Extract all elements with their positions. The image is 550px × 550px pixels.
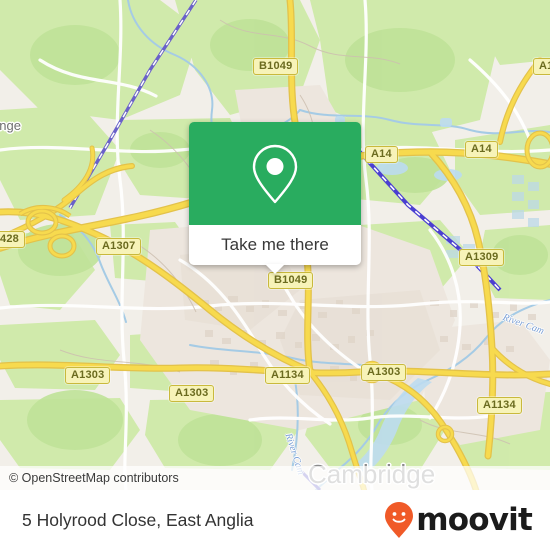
callout-tail [265, 264, 285, 274]
footer-bar: 5 Holyrood Close, East Anglia moovit [0, 490, 550, 550]
moovit-logo: moovit [384, 501, 533, 539]
road-shield-a1134-right: A1134 [477, 397, 522, 414]
road-shield-a10: A10 [533, 58, 550, 75]
road-shield-b1049-top: B1049 [253, 58, 299, 75]
place-label-grange: ange [0, 118, 21, 133]
screenshot-root: B1049 A10 A14 A14 428 A1307 A1309 B1049 … [0, 0, 550, 550]
road-shield-a1303-right: A1303 [361, 364, 407, 381]
road-shield-a1307: A1307 [96, 238, 142, 255]
callout-label: Take me there [221, 235, 329, 254]
attribution-text: © OpenStreetMap contributors [9, 471, 179, 485]
callout-action-panel[interactable]: Take me there [189, 225, 361, 274]
road-shield-b1049-mid: B1049 [268, 272, 314, 289]
road-shield-a14-right: A14 [465, 141, 498, 158]
map-canvas[interactable]: B1049 A10 A14 A14 428 A1307 A1309 B1049 … [0, 0, 550, 490]
callout-icon-panel [189, 122, 361, 225]
road-shield-a14-left: A14 [365, 146, 398, 163]
road-shield-a1134-mid: A1134 [265, 367, 310, 384]
road-shield-a1309: A1309 [459, 249, 505, 266]
moovit-wordmark: moovit [416, 502, 533, 538]
road-shield-a428: 428 [0, 231, 25, 248]
location-title: 5 Holyrood Close, East Anglia [22, 509, 254, 530]
map-pin-icon [252, 144, 298, 203]
moovit-pin-icon [385, 502, 414, 538]
road-shield-a1303-mid: A1303 [169, 385, 215, 402]
map-attribution-bar: © OpenStreetMap contributors [0, 466, 550, 490]
take-me-there-callout[interactable]: Take me there [189, 122, 361, 274]
road-shield-a1303-left: A1303 [65, 367, 111, 384]
